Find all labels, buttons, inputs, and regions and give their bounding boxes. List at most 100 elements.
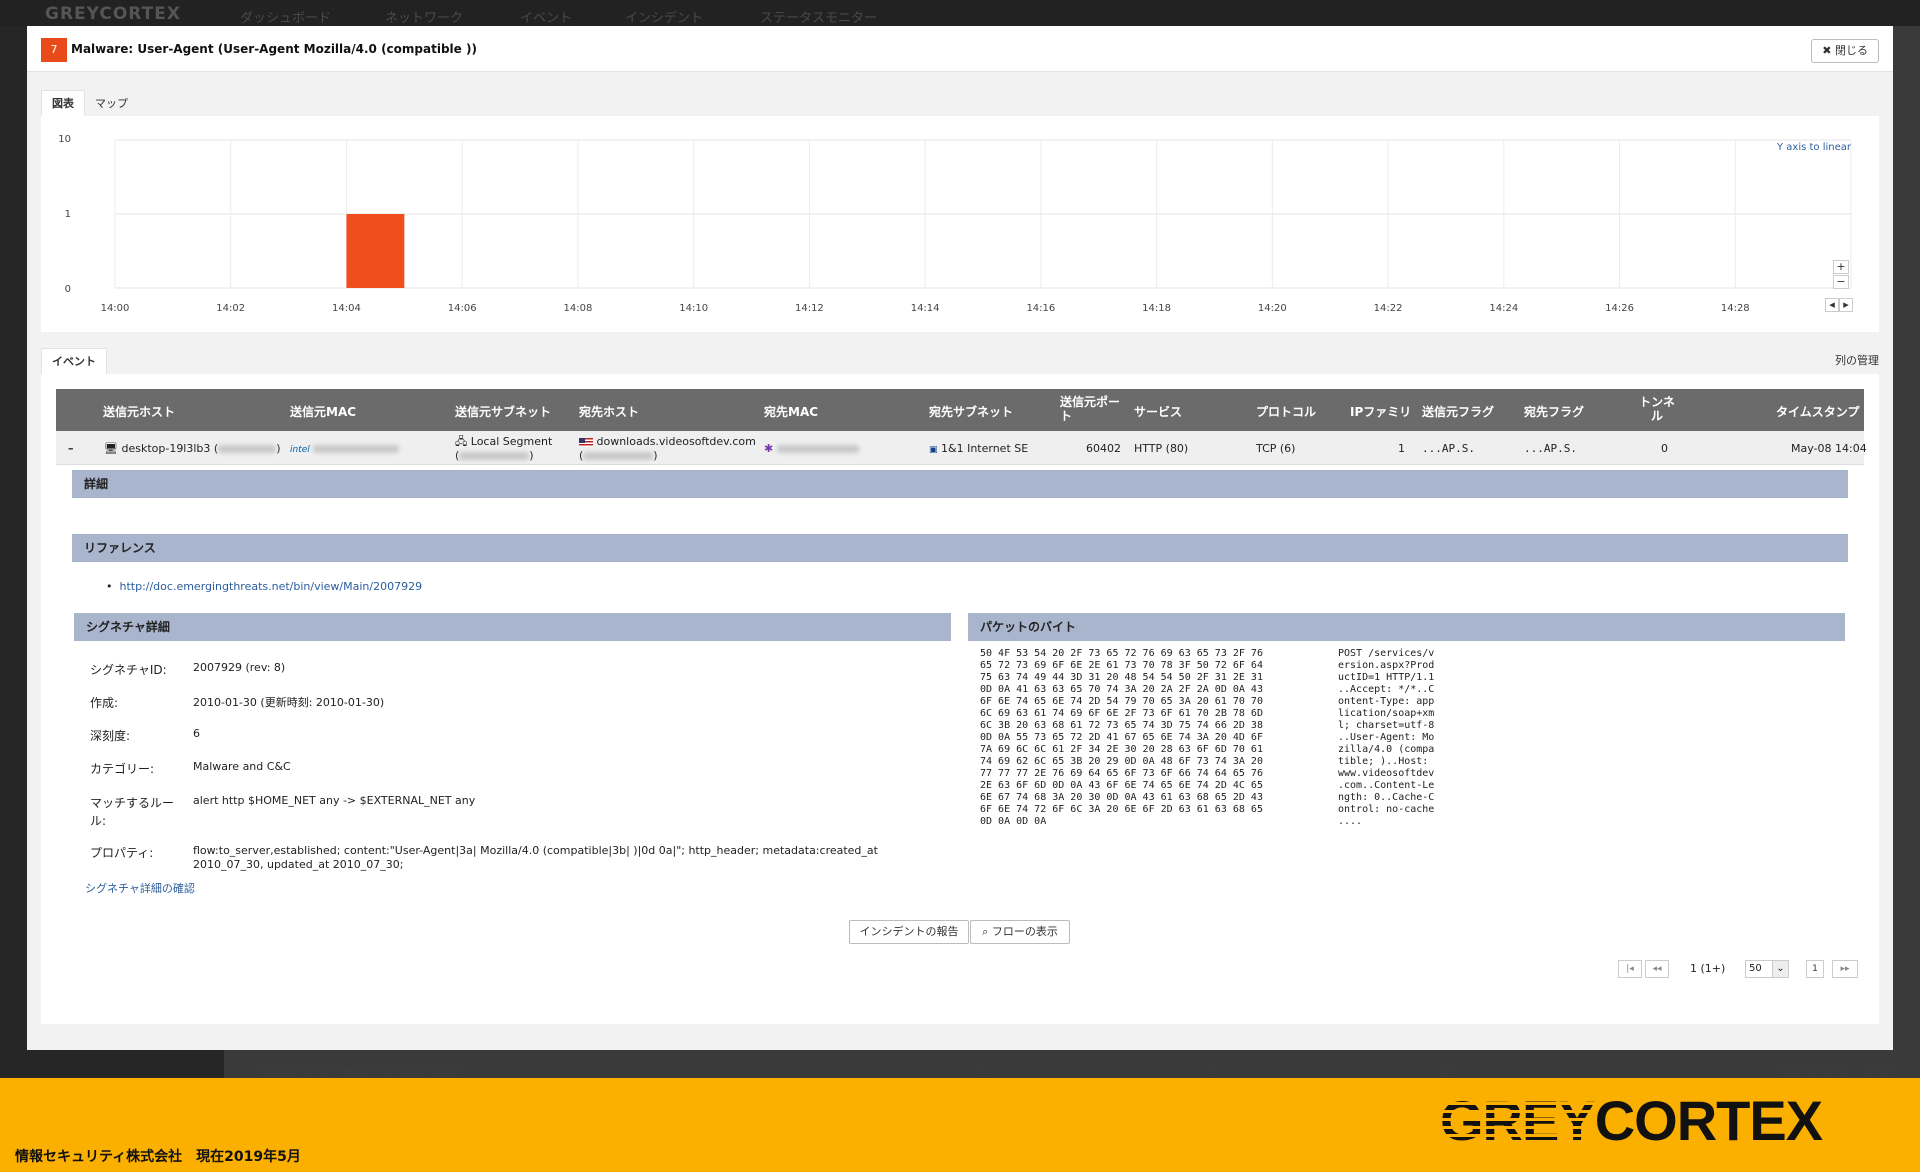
dst-subnet-cell[interactable]: ▣ 1&1 Internet SE bbox=[929, 442, 1028, 455]
tab-events[interactable]: イベント bbox=[41, 348, 107, 374]
col-src-port[interactable]: 送信元ポート bbox=[1060, 395, 1120, 423]
zoom-out-button[interactable]: − bbox=[1833, 275, 1849, 289]
y-axis-linear-toggle[interactable]: Y axis to linear bbox=[1777, 142, 1851, 153]
vendor-asterisk-icon: ✱ bbox=[764, 442, 774, 455]
x-tick-label: 14:16 bbox=[1026, 303, 1056, 314]
chevron-down-icon: ⌄ bbox=[1772, 961, 1788, 977]
report-incident-button[interactable]: インシデントの報告 bbox=[849, 920, 969, 944]
col-src-host[interactable]: 送信元ホスト bbox=[103, 403, 175, 420]
severity-value: 6 bbox=[193, 727, 200, 740]
x-tick-label: 14:26 bbox=[1605, 303, 1634, 314]
event-histogram bbox=[114, 139, 1852, 289]
col-tunnel[interactable]: トンネル bbox=[1636, 395, 1678, 423]
tab-chart[interactable]: 図表 bbox=[41, 90, 85, 116]
us-flag-icon bbox=[579, 437, 593, 447]
col-timestamp[interactable]: タイムスタンプ bbox=[1776, 403, 1859, 420]
redacted-mac bbox=[776, 445, 859, 453]
redacted-ip bbox=[218, 445, 277, 453]
col-protocol[interactable]: プロトコル bbox=[1256, 403, 1316, 420]
chart-panel: 10 1 0 14:00 14:02 14:04 14:06 14:08 14:10 14:… bbox=[41, 116, 1879, 332]
src-subnet-close: ) bbox=[529, 449, 534, 462]
logo-cortex-part: CORTEX bbox=[1594, 1089, 1823, 1152]
tab-map[interactable]: マップ bbox=[85, 91, 138, 117]
zoom-in-button[interactable]: + bbox=[1833, 260, 1849, 274]
collapse-toggle[interactable]: – bbox=[68, 442, 74, 455]
dst-host-cell[interactable]: downloads.videosoftdev.com () bbox=[579, 435, 756, 463]
col-dst-host[interactable]: 宛先ホスト bbox=[579, 403, 639, 420]
x-tick-label: 14:28 bbox=[1720, 303, 1750, 314]
matching-rule-value: alert http $HOME_NET any -> $EXTERNAL_NE… bbox=[193, 794, 476, 807]
packet-hex-dump: 50 4F 53 54 20 2F 73 65 72 76 69 63 65 7… bbox=[980, 648, 1263, 827]
dst-flags-cell: ...AP.S. bbox=[1524, 442, 1577, 455]
background-nav-network: ネットワーク bbox=[385, 11, 464, 26]
pan-right-button[interactable]: ▸ bbox=[1839, 298, 1853, 312]
current-page[interactable]: 1 bbox=[1806, 960, 1824, 978]
signature-id-value: 2007929 (rev: 8) bbox=[193, 661, 286, 674]
x-tick-label: 14:06 bbox=[447, 303, 477, 314]
col-ip-family[interactable]: IPファミリ bbox=[1350, 403, 1411, 420]
logo-grey-part: GREY bbox=[1440, 1089, 1596, 1152]
background-row-name: Exploit: Netcore Router Backdoor Usage bbox=[260, 1066, 461, 1077]
show-flows-button[interactable]: ⌕ フローの表示 bbox=[970, 920, 1070, 944]
col-src-mac[interactable]: 送信元MAC bbox=[290, 403, 356, 420]
modal-title: Malware: User-Agent (User-Agent Mozilla/… bbox=[71, 42, 477, 56]
src-host-name: desktop-19l3lb3 ( bbox=[121, 442, 219, 455]
close-button[interactable]: ✖ 閉じる bbox=[1811, 39, 1879, 63]
footer-banner: 情報セキュリティ株式会社 現在2019年5月 GREYCORTEX bbox=[0, 1078, 1920, 1172]
background-row-time: May-08 02:35 ~ 12:21 bbox=[1780, 1066, 1893, 1077]
col-src-subnet[interactable]: 送信元サブネット bbox=[455, 403, 551, 420]
background-logo: GREYCORTEX bbox=[45, 4, 181, 24]
background-row-c1: 1 bbox=[980, 1066, 987, 1077]
x-tick-label: 14:00 bbox=[100, 303, 130, 314]
col-dst-subnet[interactable]: 宛先サブネット bbox=[929, 403, 1013, 420]
events-table-header: 送信元ホスト 送信元MAC 送信元サブネット 宛先ホスト 宛先MAC 宛先サブネ… bbox=[56, 389, 1864, 431]
background-nav-dashboard: ダッシュボード bbox=[240, 11, 332, 26]
tunnel-cell: 0 bbox=[1661, 442, 1668, 455]
pan-left-button[interactable]: ◂ bbox=[1825, 298, 1839, 312]
computer-icon: 🖥 bbox=[104, 442, 118, 455]
packet-bytes-header[interactable]: パケットのバイト bbox=[968, 613, 1845, 641]
service-cell[interactable]: HTTP (80) bbox=[1134, 442, 1188, 455]
protocol-cell: TCP (6) bbox=[1256, 442, 1296, 455]
page-status: 1 (1+) bbox=[1690, 962, 1726, 975]
page-size-select[interactable]: 50 ⌄ bbox=[1745, 960, 1789, 978]
next-page-button[interactable]: ▸▸ bbox=[1832, 960, 1858, 978]
src-subnet-cell[interactable]: 🖧 Local Segment () bbox=[455, 435, 552, 463]
background-nav-status: ステータスモニター bbox=[760, 11, 878, 26]
reference-link[interactable]: http://doc.emergingthreats.net/bin/view/… bbox=[119, 580, 422, 593]
table-row[interactable]: – 🖥 desktop-19l3lb3 () intel 🖧 Local Seg… bbox=[56, 431, 1867, 465]
properties-value: flow:to_server,established; content:"Use… bbox=[193, 844, 878, 871]
col-dst-flags[interactable]: 宛先フラグ bbox=[1524, 403, 1584, 420]
x-tick-label: 14:04 bbox=[332, 303, 361, 314]
signature-id-label: シグネチャID: bbox=[90, 663, 167, 677]
col-dst-mac[interactable]: 宛先MAC bbox=[764, 403, 818, 420]
histogram-bar bbox=[346, 214, 405, 288]
category-value: Malware and C&C bbox=[193, 760, 291, 773]
dst-subnet-name: 1&1 Internet SE bbox=[941, 442, 1029, 455]
src-flags-cell: ...AP.S. bbox=[1422, 442, 1475, 455]
prev-page-button[interactable]: ◂◂ bbox=[1645, 960, 1669, 978]
background-nav-events: イベント bbox=[520, 11, 573, 26]
details-header[interactable]: 詳細 bbox=[72, 470, 1848, 498]
x-tick-label: 14:12 bbox=[794, 303, 824, 314]
footer-company-text: 情報セキュリティ株式会社 現在2019年5月 bbox=[15, 1149, 301, 1165]
column-management-link[interactable]: 列の管理 bbox=[1835, 352, 1879, 368]
severity-badge: 7 bbox=[41, 38, 67, 62]
x-tick-label: 14:08 bbox=[563, 303, 593, 314]
col-service[interactable]: サービス bbox=[1134, 403, 1182, 420]
signature-details-link[interactable]: シグネチャ詳細の確認 bbox=[85, 880, 195, 896]
src-host-cell[interactable]: 🖥 desktop-19l3lb3 () bbox=[104, 442, 281, 455]
signature-details-header[interactable]: シグネチャ詳細 bbox=[74, 613, 951, 641]
events-tabs: イベント bbox=[41, 348, 107, 374]
references-header[interactable]: リファレンス bbox=[72, 534, 1848, 562]
first-page-button[interactable]: |◂ bbox=[1618, 960, 1642, 978]
x-tick-label: 14:20 bbox=[1257, 303, 1287, 314]
search-icon: ⌕ bbox=[982, 925, 992, 938]
src-mac-cell: intel bbox=[290, 442, 400, 455]
redacted-ip bbox=[583, 452, 654, 460]
page-size-value: 50 bbox=[1749, 963, 1762, 974]
col-src-flags[interactable]: 送信元フラグ bbox=[1422, 403, 1494, 420]
background-row-c3: 15 bbox=[1440, 1066, 1453, 1077]
greycortex-logo: GREYCORTEX bbox=[1440, 1088, 1823, 1153]
packet-ascii-dump: POST /services/v ersion.aspx?Prod uctID=… bbox=[1338, 648, 1435, 827]
